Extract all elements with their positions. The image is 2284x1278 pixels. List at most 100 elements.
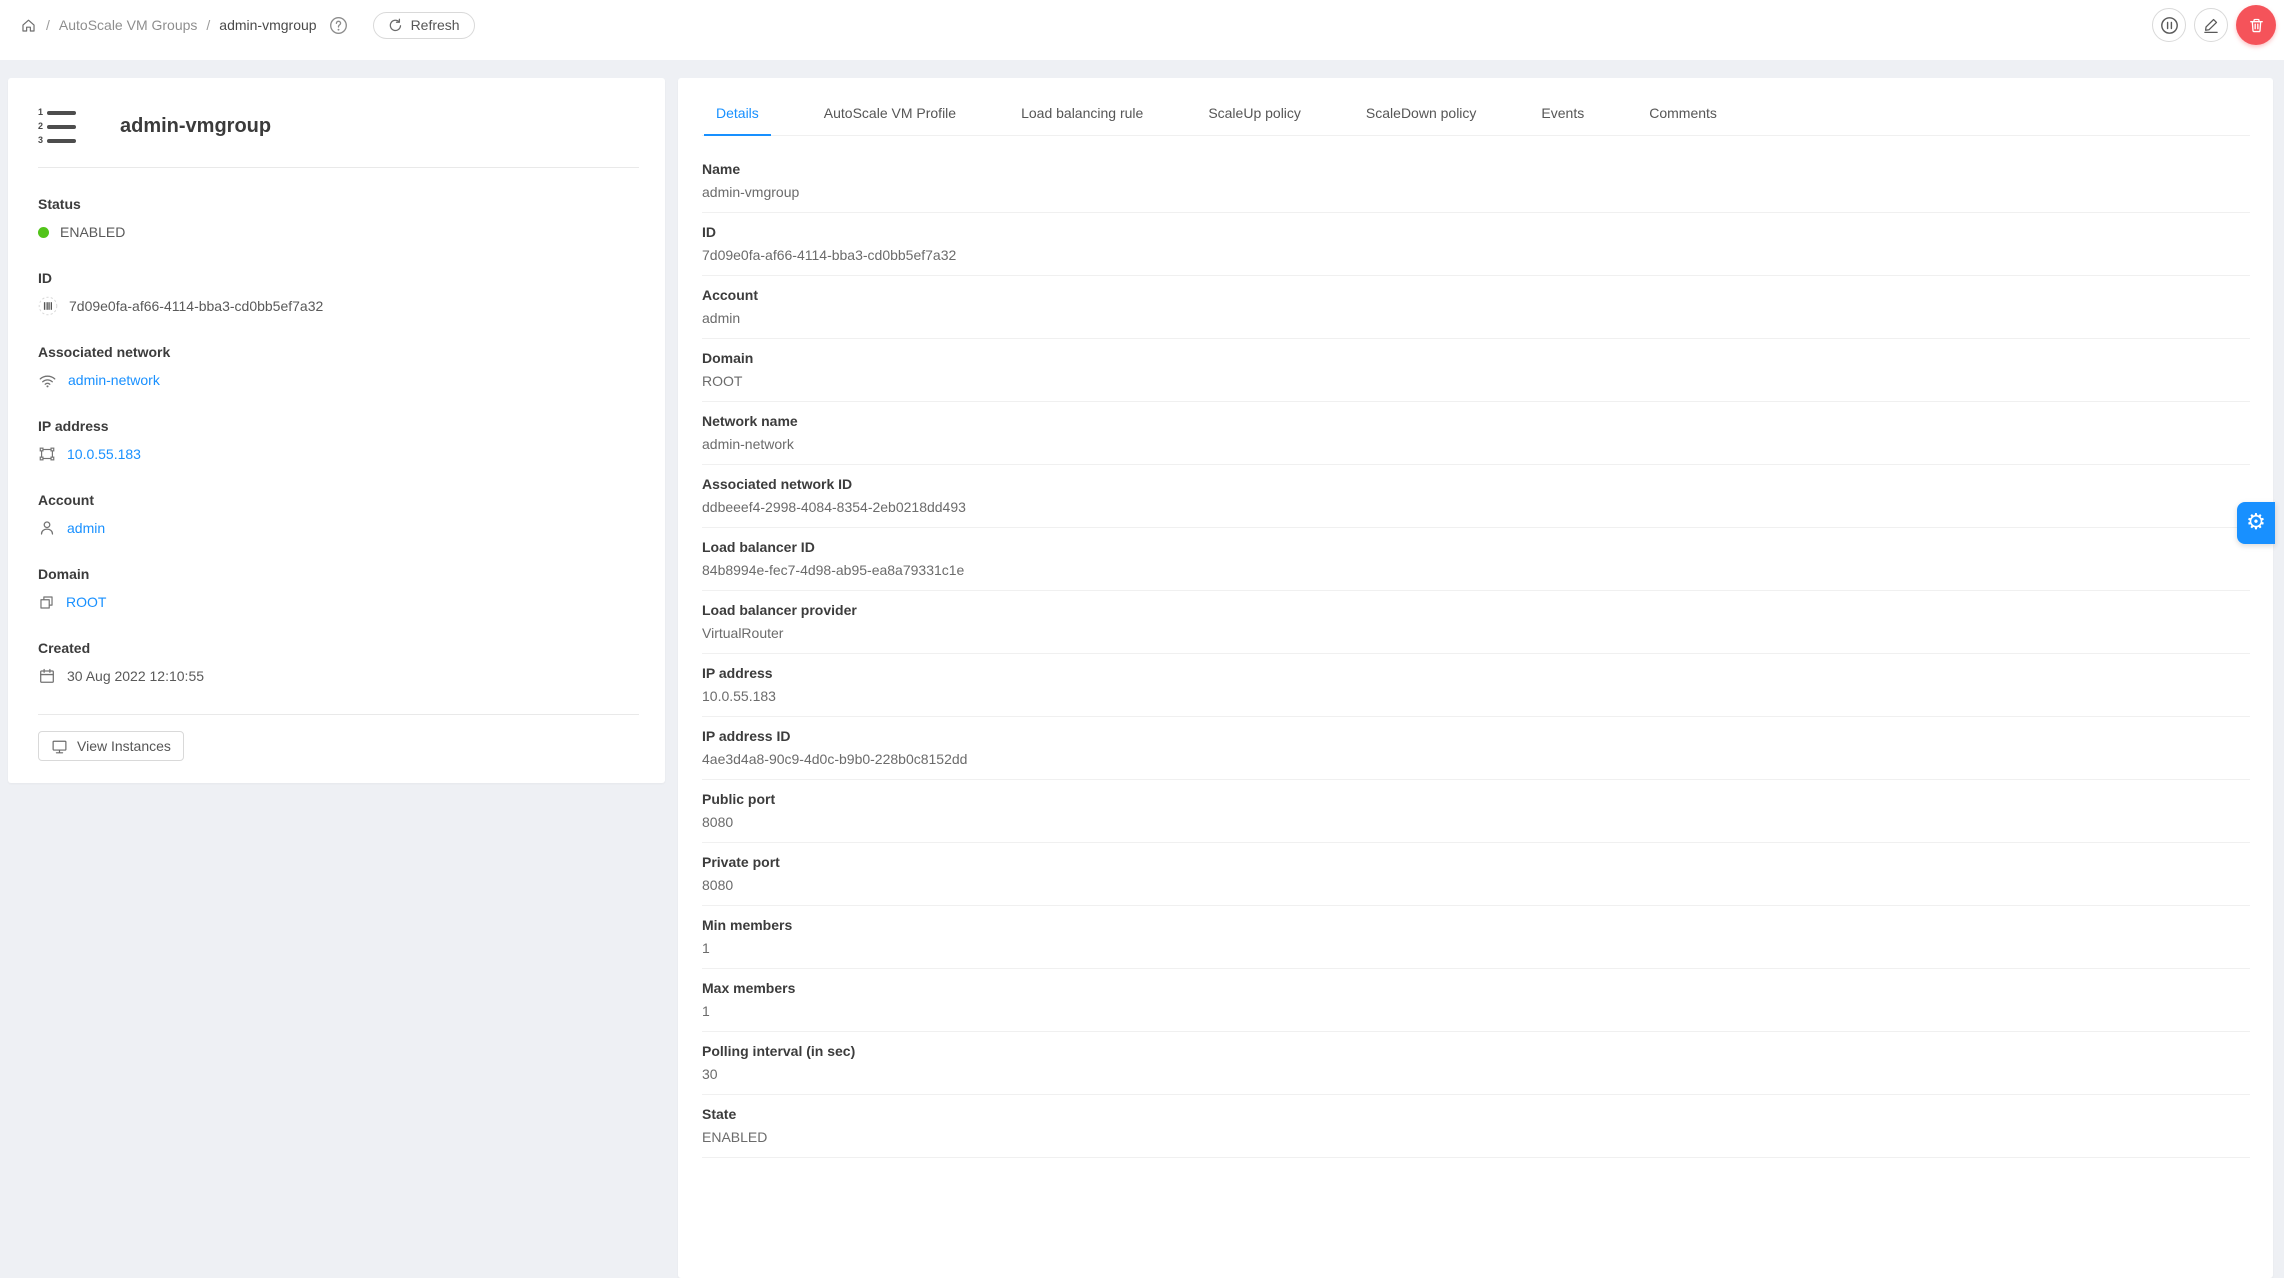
section-value-text[interactable]: admin-network: [68, 372, 160, 388]
detail-row: Associated network ID ddbeeef4-2998-4084-…: [702, 465, 2250, 528]
view-instances-button[interactable]: View Instances: [38, 731, 184, 761]
detail-row: Network name admin-network: [702, 402, 2250, 465]
resource-summary-card: 1 2 3 admin-vmgroup Status ENABLED ID 7d09e…: [8, 78, 665, 783]
detail-row-value: 10.0.55.183: [702, 688, 776, 704]
detail-row: Min members 1: [702, 906, 2250, 969]
detail-row: IP address 10.0.55.183: [702, 654, 2250, 717]
wifi-icon: [38, 371, 57, 390]
detail-row: ID 7d09e0fa-af66-4114-bba3-cd0bb5ef7a32: [702, 213, 2250, 276]
section-value: 7d09e0fa-af66-4114-bba3-cd0bb5ef7a32: [38, 296, 641, 316]
section-value-text[interactable]: 10.0.55.183: [67, 446, 141, 462]
refresh-button[interactable]: Refresh: [372, 11, 475, 39]
app-header: / AutoScale VM Groups / admin-vmgroup Refre…: [0, 0, 2284, 60]
tab-scaleup-policy[interactable]: ScaleUp policy: [1196, 92, 1313, 135]
section-label: Account: [38, 492, 94, 508]
detail-row-label: Private port: [702, 854, 780, 870]
detail-row-label: ID: [702, 224, 716, 240]
tab-bar: Details AutoScale VM Profile Load balancin…: [702, 92, 2250, 136]
detail-row-label: Load balancer ID: [702, 539, 815, 555]
header-actions: [2152, 5, 2276, 45]
detail-row: Polling interval (in sec) 30: [702, 1032, 2250, 1095]
delete-button[interactable]: [2236, 5, 2276, 45]
gear-icon: ⚙: [2246, 510, 2266, 535]
details-list: Name admin-vmgroup ID 7d09e0fa-af66-4114-bb…: [702, 150, 2250, 1158]
breadcrumb: / AutoScale VM Groups / admin-vmgroup Refre…: [20, 11, 475, 39]
detail-row-value: 4ae3d4a8-90c9-4d0c-b9b0-228b0c8152dd: [702, 751, 968, 767]
tab-comments[interactable]: Comments: [1637, 92, 1729, 135]
view-instances-label: View Instances: [77, 738, 171, 754]
detail-row-value: admin-vmgroup: [702, 184, 800, 200]
detail-row-label: Network name: [702, 413, 798, 429]
section-label: Associated network: [38, 344, 171, 360]
detail-row-value: ddbeeef4-2998-4084-8354-2eb0218dd493: [702, 499, 966, 515]
question-circle-icon[interactable]: [329, 16, 348, 35]
section-label: IP address: [38, 418, 109, 434]
home-icon[interactable]: [20, 17, 37, 34]
detail-row-value: 84b8994e-fec7-4d98-ab95-ea8a79331c1e: [702, 562, 965, 578]
resource-section: Created 30 Aug 2022 12:10:55: [38, 640, 641, 686]
resource-card-header: 1 2 3 admin-vmgroup: [8, 78, 665, 167]
resource-section: Account admin: [38, 492, 641, 538]
tab-load-balancing-rule[interactable]: Load balancing rule: [1009, 92, 1155, 135]
section-label: Domain: [38, 566, 90, 582]
section-value: ROOT: [38, 592, 641, 612]
section-value: admin-network: [38, 370, 641, 390]
detail-row: Public port 8080: [702, 780, 2250, 843]
breadcrumb-separator: /: [206, 17, 211, 33]
resource-section: Associated network admin-network: [38, 344, 641, 390]
resource-sections: Status ENABLED ID 7d09e0fa-af66-4114-bba3-c…: [8, 168, 665, 686]
resource-section: IP address 10.0.55.183: [38, 418, 641, 464]
detail-row-label: Public port: [702, 791, 776, 807]
calendar-icon: [38, 667, 56, 685]
tab-autoscale-vm-profile[interactable]: AutoScale VM Profile: [812, 92, 968, 135]
detail-row-label: Min members: [702, 917, 793, 933]
detail-row-value: 1: [702, 940, 710, 956]
edit-icon: [2202, 16, 2220, 34]
section-value-text[interactable]: admin: [67, 520, 105, 536]
resource-title: admin-vmgroup: [120, 115, 272, 137]
section-value-text: 30 Aug 2022 12:10:55: [67, 668, 205, 684]
tab-details[interactable]: Details: [704, 92, 771, 136]
detail-row: State ENABLED: [702, 1095, 2250, 1158]
refresh-label: Refresh: [410, 17, 460, 33]
detail-row: Load balancer ID 84b8994e-fec7-4d98-ab95-…: [702, 528, 2250, 591]
tab-scaledown-policy[interactable]: ScaleDown policy: [1354, 92, 1489, 135]
barcode-icon: [38, 296, 58, 316]
detail-row-label: Load balancer provider: [702, 602, 857, 618]
breadcrumb-item[interactable]: AutoScale VM Groups: [59, 17, 198, 33]
detail-row-label: Polling interval (in sec): [702, 1043, 856, 1059]
detail-row: Account admin: [702, 276, 2250, 339]
detail-card: Details AutoScale VM Profile Load balancin…: [678, 78, 2273, 1278]
edit-button[interactable]: [2194, 8, 2228, 42]
sync-icon: [388, 18, 403, 33]
detail-row-label: IP address: [702, 665, 773, 681]
section-value-text: ENABLED: [60, 224, 126, 240]
detail-row-value: admin-network: [702, 436, 794, 452]
settings-drawer-button[interactable]: ⚙: [2237, 502, 2275, 544]
status-dot-icon: [38, 226, 49, 238]
desktop-icon: [51, 738, 68, 755]
environment-icon: [38, 445, 56, 463]
pause-button[interactable]: [2152, 8, 2186, 42]
section-value: 30 Aug 2022 12:10:55: [38, 666, 641, 686]
section-label: Created: [38, 640, 91, 656]
detail-row-label: Domain: [702, 350, 754, 366]
detail-row-label: Account: [702, 287, 758, 303]
breadcrumb-item: admin-vmgroup: [219, 17, 317, 33]
tab-events[interactable]: Events: [1529, 92, 1596, 135]
section-label: Status: [38, 196, 81, 212]
section-value: 10.0.55.183: [38, 444, 641, 464]
breadcrumb-separator: /: [46, 17, 50, 33]
breadcrumb-items: / AutoScale VM Groups / admin-vmgroup: [46, 17, 317, 33]
detail-row-value: ROOT: [702, 373, 743, 389]
detail-row-label: State: [702, 1106, 737, 1122]
resource-section: Status ENABLED: [38, 196, 641, 242]
detail-row-value: ENABLED: [702, 1129, 768, 1145]
resource-section: Domain ROOT: [38, 566, 641, 612]
section-label: ID: [38, 270, 52, 286]
detail-row-value: 8080: [702, 814, 734, 830]
detail-row-label: IP address ID: [702, 728, 791, 744]
section-value: admin: [38, 518, 641, 538]
detail-row: Private port 8080: [702, 843, 2250, 906]
section-value-text[interactable]: ROOT: [66, 594, 106, 610]
